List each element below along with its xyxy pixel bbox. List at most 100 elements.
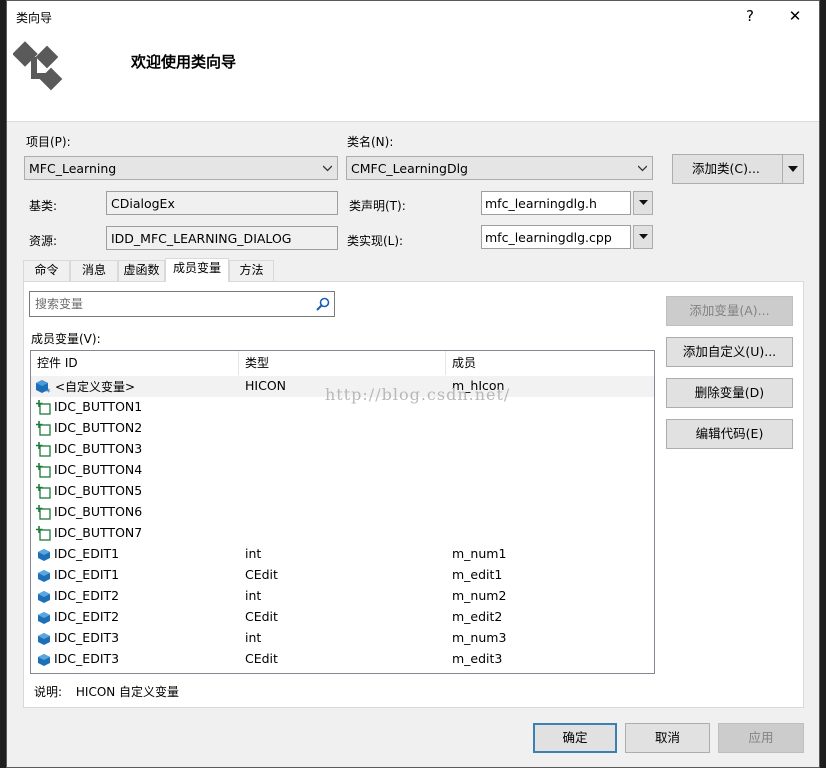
cell-control-id: IDC_BUTTON2 <box>54 420 143 435</box>
ok-button[interactable]: 确定 <box>533 723 617 753</box>
apply-button[interactable]: 应用 <box>718 723 804 753</box>
class-wizard-logo-icon <box>13 41 63 91</box>
table-row[interactable]: IDC_BUTTON5 <box>31 481 654 502</box>
project-combo[interactable]: MFC_Learning <box>24 156 338 180</box>
custom-variable-icon: * <box>36 379 52 398</box>
search-icon[interactable] <box>316 297 330 311</box>
dropdown-arrow-icon <box>639 200 648 205</box>
tab-virtual-functions[interactable]: 虚函数 <box>118 260 165 281</box>
base-label: 基类: <box>29 199 58 213</box>
table-row[interactable]: IDC_EDIT3 CEdit m_edit3 <box>31 649 654 670</box>
search-box[interactable] <box>29 291 335 317</box>
split-dropdown-arrow-icon[interactable] <box>788 166 798 173</box>
cell-member: m_num3 <box>452 630 507 645</box>
table-row[interactable]: IDC_BUTTON4 <box>31 460 654 481</box>
cell-member: m_num1 <box>452 546 507 561</box>
table-row[interactable]: IDC_EDIT3 int m_num3 <box>31 628 654 649</box>
classname-combo[interactable]: CMFC_LearningDlg <box>346 156 653 180</box>
background-right-edge <box>820 0 826 768</box>
variable-icon <box>36 652 52 668</box>
header-title: 欢迎使用类向导 <box>131 53 237 71</box>
add-variable-button[interactable]: 添加变量(A)... <box>666 296 793 326</box>
cancel-button[interactable]: 取消 <box>625 723 710 753</box>
declaration-label: 类声明(T): <box>349 199 406 213</box>
resource-value: IDD_MFC_LEARNING_DIALOG <box>111 231 292 246</box>
cell-type: int <box>245 630 262 645</box>
table-row[interactable]: IDC_EDIT2 int m_num2 <box>31 586 654 607</box>
base-class-field: CDialogEx <box>106 191 338 215</box>
tab-commands[interactable]: 命令 <box>23 260 70 281</box>
split-divider <box>782 155 783 183</box>
description-line: 说明: HICON 自定义变量 <box>34 683 179 700</box>
implementation-field[interactable]: mfc_learningdlg.cpp <box>481 225 631 249</box>
edit-code-button[interactable]: 编辑代码(E) <box>666 419 793 449</box>
declaration-value: mfc_learningdlg.h <box>485 196 597 211</box>
cell-type: int <box>245 588 262 603</box>
implementation-value: mfc_learningdlg.cpp <box>485 230 612 245</box>
implementation-dropdown-button[interactable] <box>633 225 653 249</box>
add-class-button[interactable]: 添加类(C)... <box>672 154 804 184</box>
table-row[interactable]: IDC_BUTTON6 <box>31 502 654 523</box>
column-header-type[interactable]: 类型 <box>239 351 446 375</box>
variable-icon <box>36 610 52 626</box>
description-text: HICON 自定义变量 <box>75 685 180 699</box>
title-bar: 类向导 ? ✕ <box>7 1 819 31</box>
declaration-field[interactable]: mfc_learningdlg.h <box>481 191 631 215</box>
tab-member-variables[interactable]: 成员变量 <box>165 258 229 282</box>
table-row[interactable]: IDC_EDIT1 int m_num1 <box>31 544 654 565</box>
cell-control-id: IDC_BUTTON5 <box>54 483 143 498</box>
variable-icon <box>36 547 52 563</box>
column-header-member[interactable]: 成员 <box>446 351 654 375</box>
column-header-control-id[interactable]: 控件 ID <box>31 351 239 375</box>
button-control-icon <box>36 421 52 437</box>
chevron-down-icon <box>323 165 332 172</box>
cell-control-id: <自定义变量> <box>55 380 136 394</box>
base-class-value: CDialogEx <box>111 196 175 211</box>
table-row[interactable]: IDC_EDIT2 CEdit m_edit2 <box>31 607 654 628</box>
chevron-down-icon <box>638 165 647 172</box>
variable-icon <box>36 589 52 605</box>
members-label: 成员变量(V): <box>31 332 101 346</box>
delete-variable-button[interactable]: 删除变量(D) <box>666 378 793 408</box>
table-row[interactable]: IDC_BUTTON7 <box>31 523 654 544</box>
tab-methods[interactable]: 方法 <box>229 260 274 281</box>
button-control-icon <box>36 484 52 500</box>
cell-control-id: IDC_EDIT1 <box>54 546 120 561</box>
add-class-label: 添加类(C)... <box>692 161 760 176</box>
table-row[interactable]: IDC_BUTTON3 <box>31 439 654 460</box>
watermark-text: http://blog.csdn.net/ <box>325 385 511 404</box>
cell-member: m_edit1 <box>452 567 503 582</box>
add-custom-button[interactable]: 添加自定义(U)... <box>666 337 793 367</box>
declaration-dropdown-button[interactable] <box>633 191 653 215</box>
svg-text:*: * <box>46 388 51 395</box>
button-control-icon <box>36 463 52 479</box>
button-control-icon <box>36 505 52 521</box>
button-control-icon <box>36 526 52 542</box>
classname-label: 类名(N): <box>347 135 394 149</box>
cell-control-id: IDC_BUTTON3 <box>54 441 143 456</box>
dropdown-arrow-icon <box>639 234 648 239</box>
cell-control-id: IDC_BUTTON6 <box>54 504 143 519</box>
close-button[interactable]: ✕ <box>781 5 809 27</box>
variable-icon <box>36 631 52 647</box>
project-value: MFC_Learning <box>29 161 117 176</box>
cell-type: CEdit <box>245 651 278 666</box>
cell-control-id: IDC_EDIT2 <box>54 588 120 603</box>
description-label: 说明: <box>34 685 63 699</box>
cell-control-id: IDC_EDIT3 <box>54 651 120 666</box>
help-button[interactable]: ? <box>736 5 764 27</box>
button-control-icon <box>36 442 52 458</box>
table-row[interactable]: IDC_EDIT1 CEdit m_edit1 <box>31 565 654 586</box>
tab-messages[interactable]: 消息 <box>70 260 118 281</box>
cell-type: int <box>245 546 262 561</box>
resource-label: 资源: <box>29 234 58 248</box>
project-label: 项目(P): <box>26 135 71 149</box>
cell-type: CEdit <box>245 609 278 624</box>
window-title: 类向导 <box>16 11 53 25</box>
cell-control-id: IDC_EDIT2 <box>54 609 120 624</box>
cell-control-id: IDC_EDIT1 <box>54 567 120 582</box>
search-input[interactable] <box>33 296 307 312</box>
cell-member: m_num2 <box>452 588 507 603</box>
table-row[interactable]: IDC_BUTTON2 <box>31 418 654 439</box>
cell-control-id: IDC_EDIT3 <box>54 630 120 645</box>
